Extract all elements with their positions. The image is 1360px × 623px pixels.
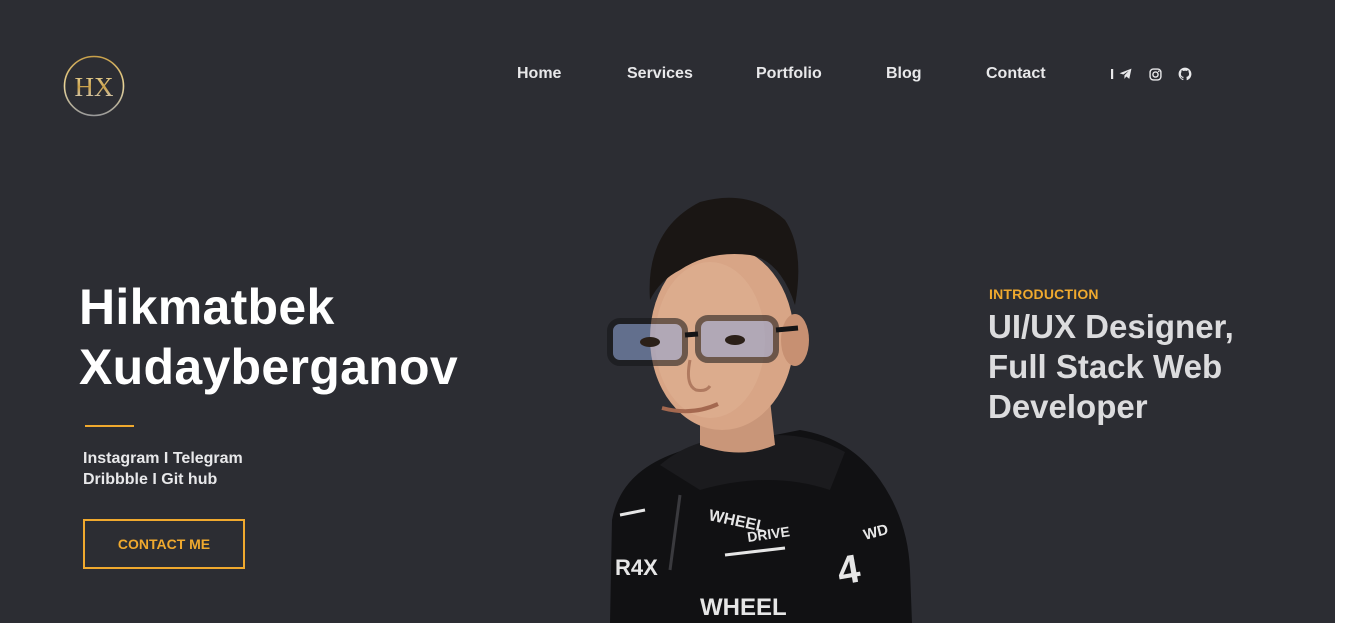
nav-contact[interactable]: Contact — [986, 65, 1046, 83]
link-telegram[interactable]: Telegram — [173, 450, 243, 467]
svg-text:R4X: R4X — [615, 555, 658, 580]
hero-section: HX Home Services Portfolio Blog Contact … — [0, 0, 1335, 623]
nav-portfolio[interactable]: Portfolio — [756, 65, 822, 83]
telegram-icon[interactable] — [1117, 66, 1133, 82]
intro-label: INTRODUCTION — [989, 286, 1099, 302]
role-line-2: Full Stack Web — [988, 348, 1223, 385]
link-separator: I — [163, 450, 169, 467]
hero-name: Hikmatbek Xudayberganov — [79, 277, 458, 397]
role-line-1: UI/UX Designer, — [988, 308, 1234, 345]
link-dribbble[interactable]: Dribbble — [83, 471, 148, 488]
hero-first-name: Hikmatbek — [79, 279, 335, 335]
social-icons: I — [1110, 64, 1193, 84]
accent-divider — [85, 425, 134, 427]
svg-text:WHEEL: WHEEL — [700, 594, 787, 621]
instagram-icon[interactable] — [1147, 66, 1163, 82]
github-icon[interactable] — [1177, 66, 1193, 82]
logo-text: HX — [75, 72, 114, 102]
hero-last-name: Xudayberganov — [79, 339, 458, 395]
contact-me-button[interactable]: CONTACT ME — [83, 519, 245, 569]
nav-services[interactable]: Services — [627, 65, 693, 83]
link-instagram[interactable]: Instagram — [83, 450, 159, 467]
link-separator: I — [152, 471, 157, 488]
nav-blog[interactable]: Blog — [886, 65, 922, 83]
nav-separator: I — [1110, 65, 1115, 83]
link-github[interactable]: Git hub — [161, 471, 217, 488]
portrait-photo: WHEEL DRIVE R4X WHEEL 4 WD — [607, 197, 912, 623]
role-title: UI/UX Designer, Full Stack Web Developer — [988, 307, 1288, 427]
hx-logo[interactable]: HX — [63, 55, 125, 117]
social-links: Instagram I Telegram Dribbble I Git hub — [83, 448, 243, 490]
nav-home[interactable]: Home — [517, 65, 561, 83]
role-line-3: Developer — [988, 388, 1148, 425]
